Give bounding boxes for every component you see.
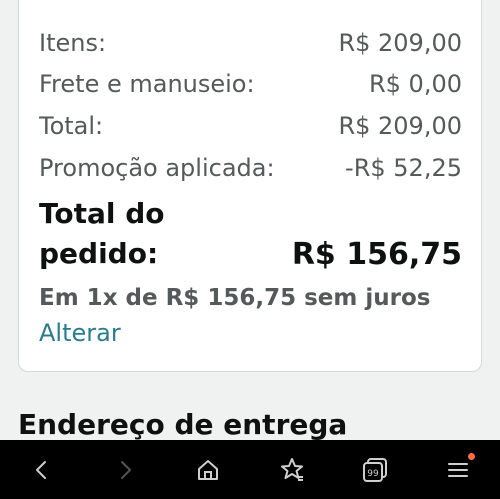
forward-button[interactable] (95, 440, 155, 499)
change-payment-link[interactable]: Alterar (39, 316, 121, 350)
items-label: Itens: (39, 29, 107, 57)
menu-icon (448, 462, 469, 477)
items-row: Itens: R$ 209,00 (39, 25, 462, 61)
shipping-row: Frete e manuseio: R$ 0,00 (39, 66, 462, 102)
tabs-button[interactable]: 99 (345, 440, 405, 499)
bookmarks-icon (280, 457, 303, 481)
order-total-value: R$ 156,75 (291, 237, 462, 272)
forward-icon (120, 460, 131, 479)
tabs-icon: 99 (362, 457, 387, 482)
delivery-address-title: Endereço de entrega (18, 408, 348, 441)
order-total-label-line1: Total do (39, 197, 165, 230)
tabs-count: 99 (367, 469, 379, 479)
back-icon (35, 460, 46, 479)
total-label: Total: (39, 112, 104, 140)
notification-dot (468, 453, 476, 460)
items-value: R$ 209,00 (338, 29, 462, 57)
menu-button[interactable] (428, 440, 488, 499)
promotion-label: Promoção aplicada: (39, 154, 275, 182)
shipping-label: Frete e manuseio: (39, 70, 255, 98)
bookmarks-button[interactable] (262, 440, 322, 499)
home-icon (198, 459, 219, 480)
home-button[interactable] (178, 440, 238, 499)
order-total-label-line2: pedido: (39, 237, 159, 270)
total-value: R$ 209,00 (338, 112, 462, 140)
total-row: Total: R$ 209,00 (39, 108, 462, 144)
promotion-row: Promoção aplicada: -R$ 52,25 (39, 150, 462, 186)
promotion-value: -R$ 52,25 (345, 154, 462, 182)
shipping-value: R$ 0,00 (368, 70, 462, 98)
browser-bottom-navbar: 99 (0, 440, 500, 499)
back-button[interactable] (12, 440, 72, 499)
order-total-label: Total do pedido: (39, 194, 165, 274)
installments-text: Em 1x de R$ 156,75 sem juros (39, 285, 431, 311)
